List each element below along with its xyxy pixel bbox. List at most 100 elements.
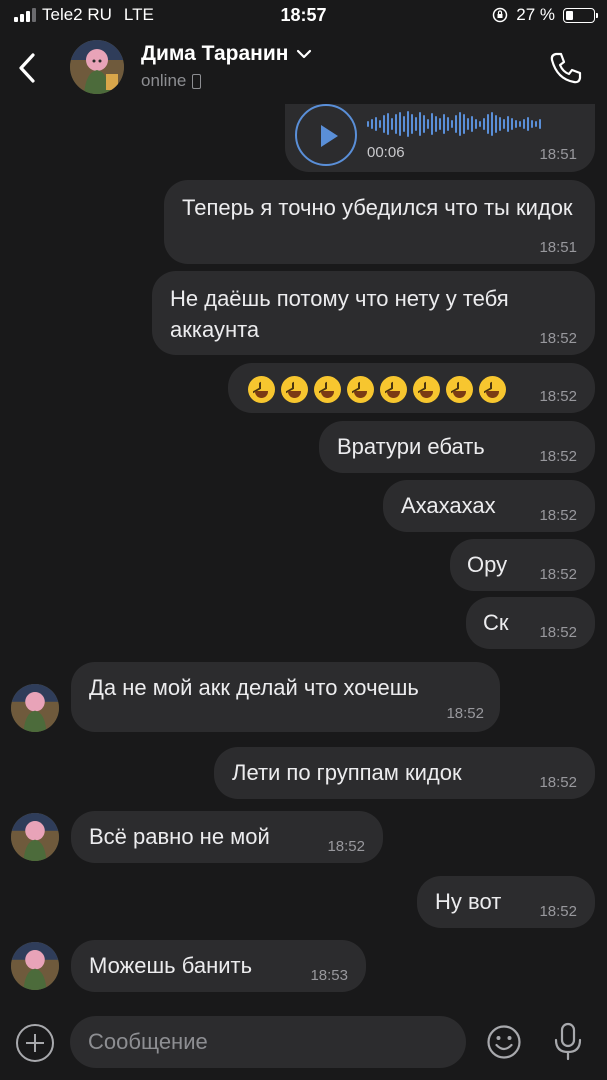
message-bubble[interactable]: Лети по группам кидок 18:52 xyxy=(214,747,595,799)
message-bubble[interactable]: Ск 18:52 xyxy=(466,597,595,649)
waveform-bar xyxy=(507,116,509,132)
waveform-bar xyxy=(447,117,449,131)
waveform-bar xyxy=(387,113,389,135)
message-text: Всё равно не мой xyxy=(89,824,270,849)
waveform-bar xyxy=(475,119,477,129)
back-arrow-icon[interactable] xyxy=(14,50,42,86)
voice-message[interactable]: 00:06 18:51 xyxy=(285,104,595,172)
waveform-bar xyxy=(451,120,453,128)
message-time: 18:52 xyxy=(539,388,577,405)
laughing-emoji-icon xyxy=(281,375,308,403)
message-bubble[interactable]: Всё равно не мой 18:52 xyxy=(71,811,383,863)
message-time: 18:51 xyxy=(539,239,577,256)
emoji-smile-icon[interactable] xyxy=(486,1024,522,1060)
sender-avatar[interactable] xyxy=(11,942,59,990)
message-time: 18:52 xyxy=(539,624,577,641)
waveform-bar xyxy=(439,118,441,130)
waveform-bar xyxy=(379,120,381,128)
message-text: Ору xyxy=(467,552,508,577)
message-bubble[interactable]: Теперь я точно убедился что ты кидок 18:… xyxy=(164,180,595,264)
waveform-bar xyxy=(371,119,373,129)
message-bubble[interactable]: Да не мой акк делай что хочешь 18:52 xyxy=(71,662,500,732)
waveform-bar xyxy=(499,117,501,131)
waveform-bar xyxy=(367,121,369,127)
laughing-emoji-icon xyxy=(314,375,341,403)
waveform-bar xyxy=(491,112,493,136)
message-text: Лети по группам кидок xyxy=(232,760,462,785)
waveform-bar xyxy=(539,119,541,129)
message-time: 18:52 xyxy=(539,507,577,524)
contact-name[interactable]: Дима Таранин xyxy=(141,42,312,66)
message-text: Можешь банить xyxy=(89,953,253,978)
message-time: 18:52 xyxy=(327,838,365,855)
message-time: 18:52 xyxy=(539,566,577,583)
laughing-emoji-icon xyxy=(347,375,374,403)
message-bubble[interactable]: Ору 18:52 xyxy=(450,539,595,591)
waveform-bar xyxy=(523,119,525,129)
waveform-bar xyxy=(459,112,461,136)
avatar-image xyxy=(11,813,59,861)
status-right: 27 % xyxy=(492,5,598,25)
status-bar: Tele2 RU LTE 18:57 27 % xyxy=(0,0,607,32)
waveform-bar xyxy=(515,120,517,128)
laughing-emoji-icon xyxy=(413,375,440,403)
waveform-bar xyxy=(503,119,505,129)
plus-icon[interactable] xyxy=(16,1024,54,1062)
message-time: 18:53 xyxy=(310,967,348,984)
presence-label: online xyxy=(141,71,187,90)
waveform-bar xyxy=(427,119,429,129)
waveform-bar xyxy=(395,114,397,134)
message-time: 18:52 xyxy=(539,448,577,465)
message-text: Теперь я точно убедился что ты кидок xyxy=(182,195,573,220)
play-icon[interactable] xyxy=(295,104,357,166)
waveform-bar xyxy=(435,116,437,132)
voice-duration: 00:06 xyxy=(367,144,405,161)
battery-level xyxy=(566,10,573,20)
chat-header: Дима Таранин online xyxy=(0,32,607,102)
sender-avatar[interactable] xyxy=(11,684,59,732)
message-bubble[interactable]: Можешь банить 18:53 xyxy=(71,940,366,992)
contact-name-label: Дима Таранин xyxy=(141,42,289,65)
message-text: Ск xyxy=(483,610,509,635)
laughing-emoji-icon xyxy=(380,375,407,403)
message-bubble[interactable]: Ну вот 18:52 xyxy=(417,876,595,928)
message-bubble[interactable]: Не даёшь потому что нету у тебя аккаунта… xyxy=(152,271,595,355)
message-time: 18:52 xyxy=(539,903,577,920)
waveform-bar xyxy=(471,116,473,132)
waveform-bar xyxy=(527,117,529,131)
phone-call-icon[interactable] xyxy=(547,50,583,86)
waveform-bar xyxy=(519,121,521,127)
microphone-icon[interactable] xyxy=(552,1022,584,1062)
battery-percent: 27 % xyxy=(516,5,555,24)
message-bubble[interactable]: Ахахахах 18:52 xyxy=(383,480,595,532)
message-time: 18:52 xyxy=(539,774,577,791)
waveform-bar xyxy=(419,112,421,136)
voice-waveform xyxy=(367,110,577,138)
chevron-down-icon[interactable] xyxy=(296,48,312,60)
sender-avatar[interactable] xyxy=(11,813,59,861)
message-bubble[interactable]: Вратури ебать 18:52 xyxy=(319,421,595,473)
message-text: Да не мой акк делай что хочешь xyxy=(89,675,419,700)
waveform-bar xyxy=(415,117,417,131)
contact-avatar[interactable] xyxy=(70,40,124,94)
avatar-image xyxy=(11,684,59,732)
message-text: Вратури ебать xyxy=(337,434,485,459)
message-input[interactable] xyxy=(70,1016,466,1068)
waveform-bar xyxy=(383,115,385,133)
waveform-bar xyxy=(495,115,497,133)
waveform-bar xyxy=(375,117,377,131)
waveform-bar xyxy=(411,114,413,134)
message-text: Ну вот xyxy=(435,889,502,914)
message-bubble[interactable]: 18:52 xyxy=(228,363,595,413)
laughing-emoji-icon xyxy=(248,375,275,403)
chat-screen: Tele2 RU LTE 18:57 27 % Дима Таранин onl… xyxy=(0,0,607,1080)
laughing-emoji-icon xyxy=(479,375,506,403)
waveform-bar xyxy=(423,115,425,133)
message-text: Не даёшь потому что нету у тебя аккаунта xyxy=(170,286,509,342)
avatar-image xyxy=(70,40,124,94)
avatar-image xyxy=(11,942,59,990)
waveform-bar xyxy=(391,118,393,130)
waveform-bar xyxy=(535,121,537,127)
waveform-bar xyxy=(531,120,533,128)
waveform-bar xyxy=(463,114,465,134)
